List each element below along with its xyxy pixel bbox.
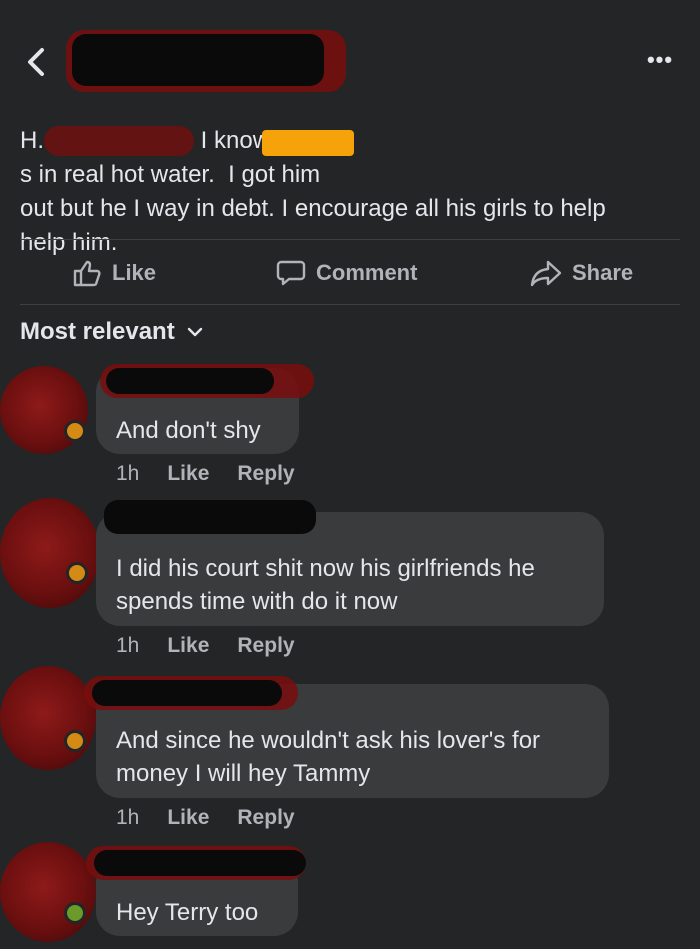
online-status-dot bbox=[64, 420, 86, 442]
comment-reply-link[interactable]: Reply bbox=[237, 806, 294, 830]
chevron-down-icon bbox=[187, 327, 202, 337]
comment-time: 1h bbox=[116, 634, 140, 657]
comment-bubble-icon bbox=[276, 260, 306, 286]
avatar[interactable] bbox=[0, 498, 100, 608]
redaction-mark bbox=[106, 368, 274, 394]
online-status-dot bbox=[64, 730, 86, 752]
online-status-dot bbox=[66, 562, 88, 584]
comment-meta: 1h Like Reply bbox=[116, 806, 295, 830]
comment-reply-link[interactable]: Reply bbox=[237, 462, 294, 486]
post-line-2: out but he I way in debt. I encourage al… bbox=[20, 195, 606, 222]
sort-label: Most relevant bbox=[20, 318, 175, 345]
share-button[interactable]: Share bbox=[530, 255, 633, 291]
divider bbox=[20, 239, 680, 240]
comment-text-line: And since he wouldn't ask his lover's fo… bbox=[116, 727, 541, 754]
redaction-mark bbox=[92, 680, 282, 706]
comment-text: And don't shy bbox=[116, 417, 261, 444]
thumbs-up-icon bbox=[73, 260, 101, 287]
comment-meta: 1h Like Reply bbox=[116, 462, 295, 486]
comment-like-link[interactable]: Like bbox=[167, 634, 209, 658]
comment-text: Hey Terry too bbox=[116, 899, 259, 926]
comment-sort-dropdown[interactable]: Most relevant bbox=[20, 318, 203, 346]
comment-text-line: spends time with do it now bbox=[116, 588, 398, 615]
post-text-fragment: I know bbox=[200, 127, 271, 154]
post-text-fragment: s in real hot water. I got him bbox=[20, 161, 321, 188]
comment-time: 1h bbox=[116, 806, 140, 829]
comment-button-label: Comment bbox=[316, 260, 418, 285]
redaction-mark bbox=[72, 34, 324, 86]
divider bbox=[20, 304, 680, 305]
avatar[interactable] bbox=[0, 666, 96, 770]
back-button[interactable] bbox=[22, 44, 52, 80]
comment-button[interactable]: Comment bbox=[276, 255, 417, 291]
redaction-mark bbox=[44, 126, 194, 156]
more-options-icon[interactable]: ••• bbox=[640, 48, 680, 72]
comment-like-link[interactable]: Like bbox=[167, 462, 209, 486]
like-button-label: Like bbox=[112, 260, 157, 285]
like-button[interactable]: Like bbox=[72, 255, 156, 291]
online-status-dot bbox=[64, 902, 86, 924]
comment-reply-link[interactable]: Reply bbox=[237, 634, 294, 658]
share-arrow-icon bbox=[530, 260, 562, 287]
comment-like-link[interactable]: Like bbox=[167, 806, 209, 830]
comment-text: I did his court shit now his girlfriends… bbox=[116, 552, 535, 618]
comment-meta: 1h Like Reply bbox=[116, 634, 295, 658]
comment-text: And since he wouldn't ask his lover's fo… bbox=[116, 724, 540, 790]
comment-text-line: money I will hey Tammy bbox=[116, 760, 371, 787]
avatar[interactable] bbox=[0, 842, 96, 942]
redaction-mark bbox=[262, 130, 354, 156]
comment-time: 1h bbox=[116, 462, 140, 485]
back-chevron-icon bbox=[28, 48, 44, 76]
redaction-mark bbox=[104, 500, 316, 534]
share-button-label: Share bbox=[572, 260, 634, 285]
redaction-mark bbox=[94, 850, 306, 876]
comment-text-line: I did his court shit now his girlfriends… bbox=[116, 555, 535, 582]
